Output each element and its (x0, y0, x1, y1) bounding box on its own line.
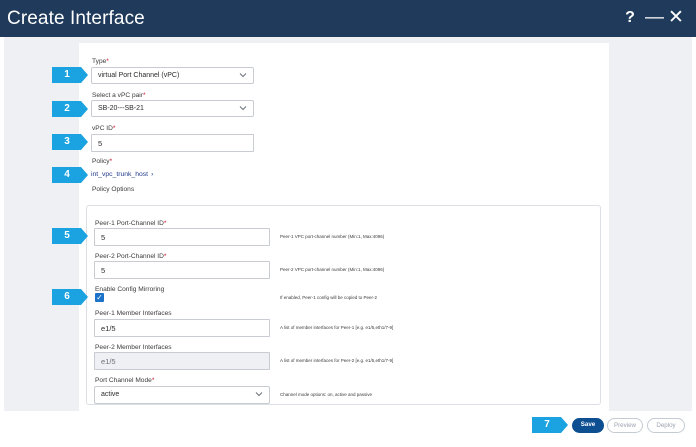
type-select[interactable]: virtual Port Channel (vPC) (91, 67, 254, 84)
port-channel-mode-help: Channel mode options: on, active and pas… (280, 392, 373, 397)
peer1-port-channel-label: Peer-1 Port-Channel ID* (95, 220, 167, 227)
vpc-pair-value: SB-20---SB-21 (98, 105, 144, 112)
peer2-member-interfaces-help: A list of member interfaces for Peer-2 [… (280, 358, 394, 363)
config-mirroring-label: Enable Config Mirroring (95, 286, 165, 293)
preview-button[interactable]: Preview (607, 418, 643, 433)
config-mirroring-checkbox[interactable]: ✓ (95, 293, 104, 302)
create-interface-window: Create Interface ? — ✕ Type* virtual Por… (0, 0, 696, 447)
step-badge-5: 5 (52, 228, 88, 244)
save-button[interactable]: Save (572, 418, 604, 433)
vpc-pair-label: Select a vPC pair* (92, 92, 146, 99)
title-bar: Create Interface ? — ✕ (0, 0, 696, 37)
type-value: virtual Port Channel (vPC) (98, 72, 180, 79)
step-badge-2: 2 (52, 101, 88, 117)
vpc-id-label: vPC ID* (92, 125, 116, 132)
checkmark-icon: ✓ (96, 293, 103, 302)
port-channel-mode-select[interactable]: active (94, 386, 270, 404)
window-title: Create Interface (7, 8, 145, 29)
port-channel-mode-label: Port Channel Mode* (95, 377, 155, 384)
peer1-member-interfaces-input[interactable]: e1/5 (94, 319, 270, 337)
peer2-member-interfaces-input: e1/5 (94, 352, 270, 370)
policy-link[interactable]: int_vpc_trunk_host › (91, 171, 153, 178)
vpc-id-input[interactable]: 5 (91, 134, 254, 152)
port-channel-mode-value: active (101, 391, 120, 398)
close-icon[interactable]: ✕ (667, 8, 685, 28)
step-badge-6: 6 (52, 289, 88, 305)
policy-options-heading: Policy Options (92, 186, 135, 193)
peer2-port-channel-input[interactable]: 5 (94, 261, 270, 279)
chevron-down-icon (239, 106, 247, 111)
vpc-pair-select[interactable]: SB-20---SB-21 (91, 100, 254, 117)
deploy-button[interactable]: Deploy (647, 418, 685, 433)
chevron-right-icon: › (151, 171, 154, 178)
peer1-port-channel-input[interactable]: 5 (94, 228, 270, 246)
help-icon[interactable]: ? (624, 8, 636, 28)
step-badge-7: 7 (532, 417, 568, 433)
peer1-member-interfaces-label: Peer-1 Member Interfaces (95, 310, 172, 317)
chevron-down-icon (239, 73, 247, 78)
policy-label: Policy* (92, 158, 113, 165)
peer1-member-interfaces-help: A list of member interfaces for Peer-1 [… (280, 325, 394, 330)
type-label: Type* (92, 58, 109, 65)
chevron-down-icon (255, 392, 263, 397)
config-mirroring-help: If enabled, Peer-1 config will be copied… (280, 295, 378, 300)
step-badge-3: 3 (52, 134, 88, 150)
step-badge-4: 4 (52, 167, 88, 183)
peer1-port-channel-help: Peer-1 VPC port-channel number (Min:1, M… (280, 234, 385, 239)
peer2-port-channel-label: Peer-2 Port-Channel ID* (95, 253, 167, 260)
minimize-icon[interactable]: — (645, 8, 664, 28)
peer2-port-channel-help: Peer-2 VPC port-channel number (Min:1, M… (280, 267, 385, 272)
peer2-member-interfaces-label: Peer-2 Member Interfaces (95, 344, 172, 351)
step-badge-1: 1 (52, 67, 88, 83)
